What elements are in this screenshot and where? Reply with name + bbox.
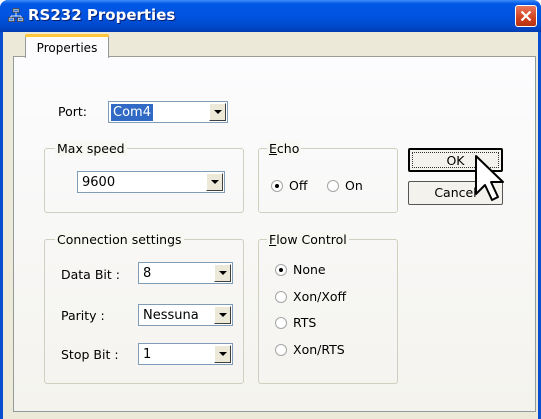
close-button[interactable] xyxy=(515,5,537,27)
flow-xon-rts-radio[interactable]: Xon/RTS xyxy=(275,342,345,357)
stop-bit-label: Stop Bit : xyxy=(61,347,119,362)
echo-on-label: On xyxy=(345,178,363,193)
echo-title-rest: cho xyxy=(276,141,300,156)
tab-label: Properties xyxy=(36,41,98,55)
port-label: Port: xyxy=(58,104,87,119)
parity-label: Parity : xyxy=(61,308,105,323)
flow-rts-radio[interactable]: RTS xyxy=(275,315,316,330)
radio-unchecked-icon xyxy=(275,291,287,303)
echo-title: Echo xyxy=(267,141,302,156)
mouse-pointer-icon xyxy=(475,155,504,201)
max-speed-title: Max speed xyxy=(55,141,127,156)
data-bit-combobox[interactable]: 8 xyxy=(138,262,233,284)
flow-rts-label: RTS xyxy=(293,315,317,330)
dialog-window: RS232 Properties Properties Port: Com4 M… xyxy=(0,0,541,419)
chevron-down-icon[interactable] xyxy=(214,345,231,363)
port-value: Com4 xyxy=(111,104,153,121)
network-icon xyxy=(8,8,24,22)
radio-unchecked-icon xyxy=(327,180,339,192)
flow-xon-xoff-radio[interactable]: Xon/Xoff xyxy=(275,289,346,304)
title-bar[interactable]: RS232 Properties xyxy=(0,0,541,32)
chevron-down-icon[interactable] xyxy=(214,264,231,282)
flow-xon-rts-label: Xon/RTS xyxy=(293,342,345,357)
chevron-down-icon[interactable] xyxy=(209,103,226,121)
echo-off-radio[interactable]: Off xyxy=(271,178,307,193)
port-combobox[interactable]: Com4 xyxy=(108,101,228,123)
tab-properties[interactable]: Properties xyxy=(25,34,109,58)
parity-combobox[interactable]: Nessuna xyxy=(138,304,233,326)
max-speed-combobox[interactable]: 9600 xyxy=(77,171,225,193)
window-title: RS232 Properties xyxy=(28,6,176,24)
flow-control-group xyxy=(258,239,398,384)
radio-checked-icon xyxy=(271,180,283,192)
chevron-down-icon[interactable] xyxy=(214,306,231,324)
flow-none-radio[interactable]: None xyxy=(275,262,326,277)
data-bit-label: Data Bit : xyxy=(61,267,120,282)
flow-xon-xoff-label: Xon/Xoff xyxy=(293,289,347,304)
stop-bit-combobox[interactable]: 1 xyxy=(138,343,233,365)
data-bit-value: 8 xyxy=(143,266,152,281)
echo-on-radio[interactable]: On xyxy=(327,178,363,193)
max-speed-value: 9600 xyxy=(82,175,116,190)
parity-value: Nessuna xyxy=(143,308,199,323)
echo-title-accel: E xyxy=(269,141,277,156)
close-icon xyxy=(520,10,532,22)
flow-control-title-rest: low Control xyxy=(276,232,347,247)
flow-none-label: None xyxy=(293,262,326,277)
echo-off-label: Off xyxy=(289,178,308,193)
connection-settings-title: Connection settings xyxy=(55,232,184,247)
stop-bit-value: 1 xyxy=(143,347,152,362)
radio-unchecked-icon xyxy=(275,317,287,329)
chevron-down-icon[interactable] xyxy=(206,173,223,191)
radio-checked-icon xyxy=(275,264,287,276)
radio-unchecked-icon xyxy=(275,344,287,356)
flow-control-title: Flow Control xyxy=(267,232,349,247)
